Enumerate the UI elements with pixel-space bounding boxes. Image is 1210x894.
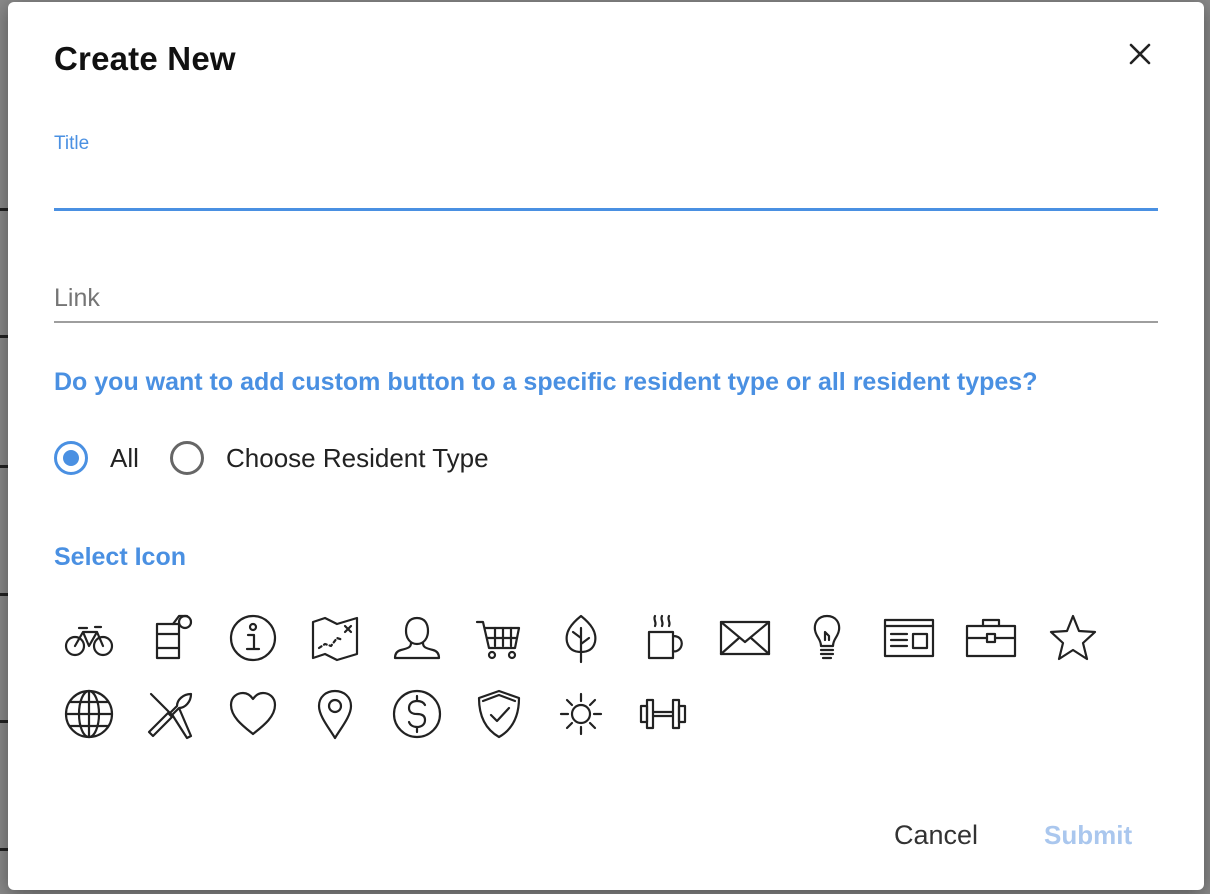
close-icon <box>1129 43 1151 65</box>
radio-all-label: All <box>110 442 139 473</box>
coffee-mug-icon[interactable] <box>633 608 693 668</box>
radio-choose-resident-type-indicator[interactable] <box>170 441 204 475</box>
radio-all[interactable]: All <box>54 437 139 479</box>
info-icon[interactable] <box>223 608 283 668</box>
dumbbell-icon[interactable] <box>633 684 693 744</box>
link-input[interactable] <box>54 276 1158 323</box>
lightbulb-icon[interactable] <box>797 608 857 668</box>
envelope-icon[interactable] <box>715 608 775 668</box>
briefcase-icon[interactable] <box>961 608 1021 668</box>
tree-icon[interactable] <box>551 608 611 668</box>
title-field-label: Title <box>54 133 90 154</box>
radio-all-indicator[interactable] <box>54 441 88 475</box>
star-icon[interactable] <box>1043 608 1103 668</box>
newspaper-icon[interactable] <box>879 608 939 668</box>
heart-icon[interactable] <box>223 684 283 744</box>
radio-choose-resident-type[interactable]: Choose Resident Type <box>170 437 489 479</box>
cancel-button[interactable]: Cancel <box>894 820 978 851</box>
dollar-icon[interactable] <box>387 684 447 744</box>
radio-choose-resident-type-label: Choose Resident Type <box>226 442 489 473</box>
location-pin-icon[interactable] <box>305 684 365 744</box>
shield-check-icon[interactable] <box>469 684 529 744</box>
close-button[interactable] <box>1124 38 1156 70</box>
select-icon-label: Select Icon <box>54 543 186 571</box>
bicycle-icon[interactable] <box>59 608 119 668</box>
resident-type-question: Do you want to add custom button to a sp… <box>54 368 1038 396</box>
dialog-title: Create New <box>54 40 236 77</box>
create-new-dialog: Create New Title Do you want to add cust… <box>8 2 1204 890</box>
sun-icon[interactable] <box>551 684 611 744</box>
shopping-cart-icon[interactable] <box>469 608 529 668</box>
map-icon[interactable] <box>305 608 365 668</box>
person-icon[interactable] <box>387 608 447 668</box>
title-input[interactable] <box>54 162 1158 211</box>
drink-cup-icon[interactable] <box>141 608 201 668</box>
globe-icon[interactable] <box>59 684 119 744</box>
submit-button[interactable]: Submit <box>1044 820 1132 851</box>
fork-knife-icon[interactable] <box>141 684 201 744</box>
